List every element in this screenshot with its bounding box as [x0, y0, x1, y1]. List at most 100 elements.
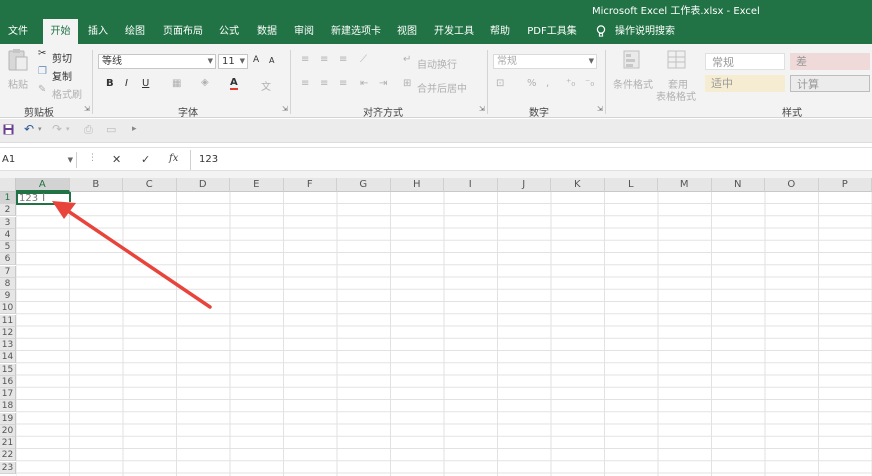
outdent-icon[interactable]: ⇥: [379, 78, 387, 89]
fill-handle[interactable]: [68, 202, 73, 207]
dialog-launcher-icon[interactable]: ⇲: [84, 105, 90, 113]
row-header-8[interactable]: 8: [0, 277, 16, 290]
bold-button[interactable]: B: [106, 78, 114, 89]
dialog-launcher-icon[interactable]: ⇲: [597, 105, 603, 113]
indent-icon[interactable]: ⇤: [360, 78, 368, 89]
row-header-10[interactable]: 10: [0, 302, 16, 315]
row-header-16[interactable]: 16: [0, 375, 16, 388]
chevron-down-icon[interactable]: ▾: [38, 125, 42, 133]
align-right-icon[interactable]: ≡: [339, 78, 347, 89]
row-header-7[interactable]: 7: [0, 265, 16, 278]
number-format-combo[interactable]: 常规 ▼: [493, 54, 597, 69]
dialog-launcher-icon[interactable]: ⇲: [282, 105, 288, 113]
cell-area[interactable]: [16, 192, 872, 476]
decrease-decimal-icon[interactable]: ⁻₀: [585, 78, 594, 89]
row-header-12[interactable]: 12: [0, 326, 16, 339]
tab-draw[interactable]: 绘图: [118, 19, 152, 44]
font-name-combo[interactable]: 等线 ▼: [98, 54, 216, 69]
tab-insert[interactable]: 插入: [81, 19, 115, 44]
increase-decimal-icon[interactable]: ⁺₀: [566, 78, 575, 89]
row-header-2[interactable]: 2: [0, 204, 16, 217]
name-box[interactable]: A1 ▼: [0, 152, 77, 168]
font-size-combo[interactable]: 11 ▼: [218, 54, 248, 69]
style-neutral[interactable]: 适中: [705, 75, 785, 92]
tell-me-search[interactable]: 操作说明搜索: [614, 19, 676, 44]
percent-button[interactable]: %: [527, 78, 537, 89]
row-header-13[interactable]: 13: [0, 339, 16, 351]
align-center-icon[interactable]: ≡: [320, 78, 328, 89]
column-header-k[interactable]: K: [551, 178, 605, 192]
borders-icon[interactable]: ▦: [172, 78, 181, 89]
style-bad[interactable]: 差: [790, 53, 870, 70]
row-header-9[interactable]: 9: [0, 290, 16, 302]
row-header-6[interactable]: 6: [0, 253, 16, 266]
redo-icon[interactable]: ↷: [52, 122, 62, 136]
row-header-20[interactable]: 20: [0, 424, 16, 437]
tab-view[interactable]: 视图: [391, 19, 423, 44]
screen-icon[interactable]: ▭: [106, 123, 116, 136]
row-header-4[interactable]: 4: [0, 228, 16, 241]
column-header-i[interactable]: I: [444, 178, 498, 192]
row-header-15[interactable]: 15: [0, 363, 16, 376]
style-calculation[interactable]: 计算: [790, 75, 870, 92]
grow-font-button[interactable]: A: [253, 55, 259, 65]
row-header-18[interactable]: 18: [0, 400, 16, 413]
row-header-23[interactable]: 23: [0, 461, 16, 474]
underline-button[interactable]: U: [142, 78, 149, 89]
column-header-f[interactable]: F: [283, 178, 337, 192]
tab-data[interactable]: 数据: [250, 19, 284, 44]
align-left-icon[interactable]: ≡: [301, 78, 309, 89]
tab-new[interactable]: 新建选项卡: [325, 19, 387, 44]
conditional-format-button[interactable]: 条件格式: [613, 76, 653, 91]
align-top-icon[interactable]: ≡: [301, 54, 309, 65]
fill-color-icon[interactable]: ◈: [201, 77, 209, 88]
chevron-down-icon[interactable]: ▾: [66, 125, 70, 133]
tab-file[interactable]: 文件: [0, 19, 36, 44]
undo-icon[interactable]: ↶: [24, 122, 34, 136]
currency-icon[interactable]: ⊡: [496, 78, 504, 89]
column-header-d[interactable]: D: [176, 178, 230, 192]
row-header-22[interactable]: 22: [0, 449, 16, 462]
select-all-button[interactable]: [0, 178, 16, 192]
align-middle-icon[interactable]: ≡: [320, 54, 328, 65]
format-painter-button[interactable]: 格式刷: [52, 86, 82, 101]
copy-button[interactable]: 复制: [52, 68, 72, 83]
tab-home[interactable]: 开始: [43, 19, 78, 44]
print-preview-icon[interactable]: ⎙: [84, 123, 93, 137]
orientation-icon[interactable]: ⟋: [360, 54, 367, 65]
column-header-a[interactable]: A: [16, 178, 70, 192]
save-icon[interactable]: [3, 124, 14, 138]
column-header-h[interactable]: H: [390, 178, 444, 192]
shrink-font-button[interactable]: A: [269, 56, 274, 65]
tab-pdf-tools[interactable]: PDF工具集: [522, 19, 582, 44]
column-header-e[interactable]: E: [230, 178, 284, 192]
format-as-table-button-line2[interactable]: 表格格式: [656, 88, 696, 103]
tab-review[interactable]: 审阅: [288, 19, 320, 44]
row-header-5[interactable]: 5: [0, 241, 16, 253]
formula-input[interactable]: 123: [190, 150, 870, 170]
active-cell-a1[interactable]: 123 I: [16, 192, 71, 205]
comma-button[interactable]: ,: [546, 78, 549, 89]
column-header-p[interactable]: P: [818, 178, 872, 192]
customize-qat-icon[interactable]: ▸: [132, 124, 137, 134]
tab-help[interactable]: 帮助: [484, 19, 516, 44]
row-header-21[interactable]: 21: [0, 437, 16, 449]
enter-button[interactable]: ✓: [141, 153, 150, 166]
column-header-m[interactable]: M: [658, 178, 712, 192]
row-header-14[interactable]: 14: [0, 351, 16, 364]
row-header-3[interactable]: 3: [0, 216, 16, 229]
align-bottom-icon[interactable]: ≡: [339, 54, 347, 65]
column-header-g[interactable]: G: [337, 178, 391, 192]
cancel-button[interactable]: ✕: [112, 153, 121, 166]
paste-icon[interactable]: [7, 48, 29, 75]
tab-page-layout[interactable]: 页面布局: [158, 19, 208, 44]
column-header-b[interactable]: B: [69, 178, 123, 192]
merge-center-button[interactable]: 合并后居中: [417, 80, 467, 95]
column-header-n[interactable]: N: [711, 178, 765, 192]
tab-developer[interactable]: 开发工具: [428, 19, 480, 44]
insert-function-button[interactable]: fx: [169, 153, 178, 164]
cut-button[interactable]: 剪切: [52, 50, 72, 65]
column-header-c[interactable]: C: [123, 178, 177, 192]
tab-formulas[interactable]: 公式: [212, 19, 246, 44]
paste-button[interactable]: 粘贴: [8, 76, 28, 91]
